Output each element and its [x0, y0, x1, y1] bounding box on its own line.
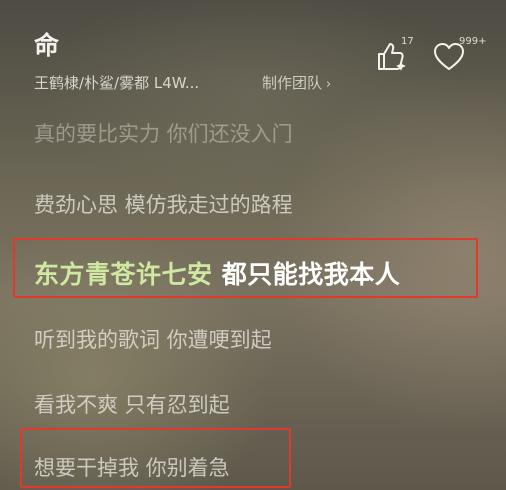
credits-label: 制作团队 [262, 74, 323, 92]
chevron-right-icon: › [326, 77, 332, 92]
like-button[interactable]: 17 [374, 36, 414, 74]
annotation-box-current-lyric [13, 238, 478, 298]
lyric-line[interactable]: 听到我的歌词 你遭哽到起 [34, 324, 272, 354]
lyric-line[interactable]: 费劲心思 模仿我走过的路程 [34, 189, 293, 219]
artist-names[interactable]: 王鹤棣/朴鲨/雾都 L4W... [34, 72, 199, 93]
lyric-line[interactable]: 看我不爽 只有忍到起 [34, 389, 230, 419]
song-title: 命 [34, 31, 61, 60]
lyrics-screen: 命 王鹤棣/朴鲨/雾都 L4W... 制作团队 › 17 999+ 真的要比实力 … [0, 0, 506, 490]
annotation-box-last-lyric [20, 428, 291, 488]
favorite-button[interactable]: 999+ [432, 36, 486, 74]
like-count: 17 [401, 36, 414, 47]
credits-link[interactable]: 制作团队 › [262, 72, 331, 93]
lyric-line-previous[interactable]: 真的要比实力 你们还没入门 [34, 118, 293, 148]
favorite-count: 999+ [459, 36, 487, 47]
